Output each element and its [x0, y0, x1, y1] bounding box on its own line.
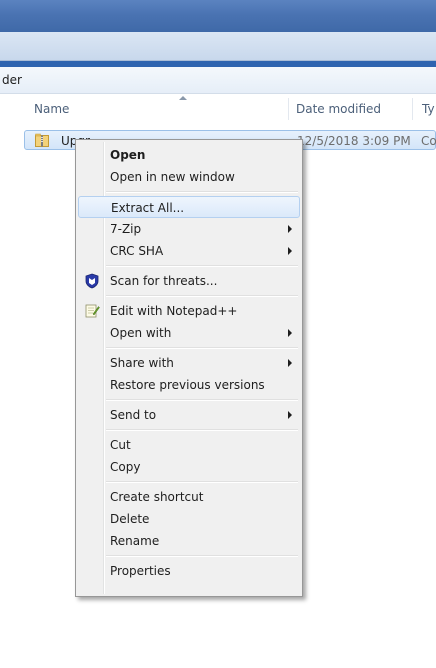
- menu-item-scan-threats[interactable]: Scan for threats...: [78, 270, 300, 292]
- menu-item-label: Properties: [110, 564, 171, 578]
- menu-separator: [106, 429, 298, 431]
- menu-item-label: Open: [110, 148, 146, 162]
- breadcrumb-text[interactable]: der: [2, 73, 22, 87]
- column-divider[interactable]: [288, 98, 289, 120]
- menu-item-open[interactable]: Open: [78, 144, 300, 166]
- column-date-modified[interactable]: Date modified: [296, 102, 381, 116]
- menu-item-label: Restore previous versions: [110, 378, 265, 392]
- window-titlebar: [0, 0, 436, 32]
- menu-separator: [106, 295, 298, 297]
- column-header: Name Date modified Ty: [0, 96, 436, 120]
- menu-item-label: Open in new window: [110, 170, 235, 184]
- submenu-arrow-icon: [288, 329, 292, 337]
- menu-item-label: Delete: [110, 512, 150, 526]
- menu-item-restore-versions[interactable]: Restore previous versions: [78, 374, 300, 396]
- menu-item-send-to[interactable]: Send to: [78, 404, 300, 426]
- menu-item-properties[interactable]: Properties: [78, 560, 300, 582]
- submenu-arrow-icon: [288, 411, 292, 419]
- breadcrumb: der: [0, 67, 436, 94]
- column-type[interactable]: Ty: [422, 102, 435, 116]
- menu-item-label: Extract All...: [111, 201, 185, 215]
- zip-folder-icon: [35, 133, 49, 147]
- menu-separator: [106, 481, 298, 483]
- menu-item-label: Create shortcut: [110, 490, 204, 504]
- column-name[interactable]: Name: [34, 102, 69, 116]
- notepad-plus-plus-icon: [85, 304, 100, 318]
- menu-item-open-with[interactable]: Open with: [78, 322, 300, 344]
- menu-separator: [106, 191, 298, 193]
- menu-item-rename[interactable]: Rename: [78, 530, 300, 552]
- menu-item-label: Scan for threats...: [110, 274, 218, 288]
- menu-item-label: Copy: [110, 460, 141, 474]
- menu-item-open-new-window[interactable]: Open in new window: [78, 166, 300, 188]
- sort-arrow-icon: [179, 96, 187, 100]
- menu-separator: [106, 555, 298, 557]
- menu-item-edit-notepad[interactable]: Edit with Notepad++: [78, 300, 300, 322]
- menu-item-copy[interactable]: Copy: [78, 456, 300, 478]
- context-menu: Open Open in new window Extract All... 7…: [75, 139, 303, 597]
- menu-item-share-with[interactable]: Share with: [78, 352, 300, 374]
- menu-separator: [106, 265, 298, 267]
- toolbar: [0, 32, 436, 61]
- submenu-arrow-icon: [288, 359, 292, 367]
- menu-item-label: 7-Zip: [110, 222, 142, 236]
- menu-item-label: Open with: [110, 326, 172, 340]
- menu-item-create-shortcut[interactable]: Create shortcut: [78, 486, 300, 508]
- menu-item-crc-sha[interactable]: CRC SHA: [78, 240, 300, 262]
- submenu-arrow-icon: [288, 247, 292, 255]
- column-divider[interactable]: [412, 98, 413, 120]
- menu-separator: [106, 399, 298, 401]
- file-type: Co: [421, 134, 436, 148]
- file-date: 12/5/2018 3:09 PM: [297, 134, 411, 148]
- menu-item-extract-all[interactable]: Extract All...: [78, 196, 300, 218]
- menu-item-cut[interactable]: Cut: [78, 434, 300, 456]
- menu-separator: [106, 347, 298, 349]
- malwarebytes-shield-icon: [85, 273, 99, 289]
- menu-item-label: Share with: [110, 356, 174, 370]
- menu-item-label: Cut: [110, 438, 131, 452]
- menu-item-label: CRC SHA: [110, 244, 164, 258]
- menu-item-delete[interactable]: Delete: [78, 508, 300, 530]
- menu-item-label: Send to: [110, 408, 157, 422]
- submenu-arrow-icon: [288, 225, 292, 233]
- menu-item-label: Edit with Notepad++: [110, 304, 238, 318]
- menu-item-label: Rename: [110, 534, 160, 548]
- menu-item-7zip[interactable]: 7-Zip: [78, 218, 300, 240]
